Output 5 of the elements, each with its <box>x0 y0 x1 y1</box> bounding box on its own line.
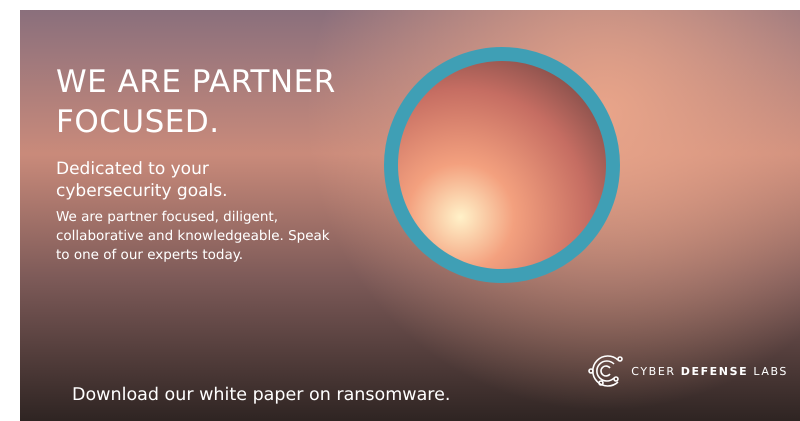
headline: WE ARE PARTNER FOCUSED. <box>56 63 337 142</box>
download-link[interactable]: Download our white paper on ransomware. <box>72 385 450 405</box>
subheading: Dedicated to your cybersecurity goals. <box>56 158 229 202</box>
brand-name: CYBER DEFENSE LABS <box>631 364 788 378</box>
body-text: We are partner focused, diligent, collaborative and knowledgeable. Speak to one of our experts today. <box>56 208 331 265</box>
